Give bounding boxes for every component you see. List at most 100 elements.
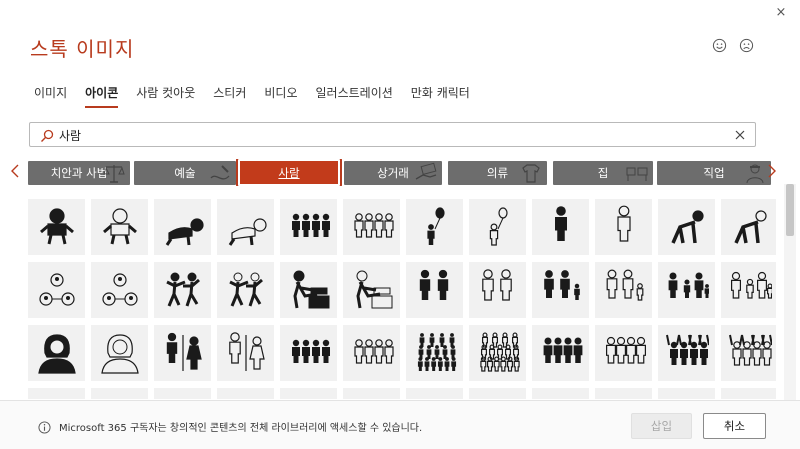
icon-tile[interactable] [595, 325, 652, 381]
tab-cartoon-characters[interactable]: 만화 캐릭터 [411, 84, 470, 108]
restroom-sign-icon [228, 332, 265, 371]
icon-tile[interactable] [532, 325, 589, 381]
subscription-message: Microsoft 365 구독자는 창의적인 콘텐츠의 전체 라이브러리에 액… [59, 423, 423, 434]
category-label: 직업 [703, 166, 725, 180]
category-label: 치안과 사법 [50, 166, 108, 180]
people-network-icon [101, 273, 138, 306]
icon-tile[interactable] [721, 325, 776, 381]
group-of-people-icon [291, 213, 330, 237]
icon-tile[interactable] [469, 325, 526, 381]
category-label: 의류 [486, 166, 509, 180]
icon-tile[interactable] [469, 199, 526, 255]
icon-tile[interactable] [721, 199, 776, 255]
tab-images[interactable]: 이미지 [34, 84, 67, 108]
icon-tile[interactable] [28, 325, 85, 381]
icon-tile[interactable] [343, 325, 400, 381]
tab-icons[interactable]: 아이콘 [85, 84, 119, 108]
icon-tile[interactable] [91, 325, 148, 381]
icon-tile[interactable] [406, 325, 463, 381]
women-group-icon [543, 337, 582, 363]
icon-tile[interactable] [343, 388, 400, 399]
icon-tile[interactable] [280, 325, 337, 381]
category-label: 상거래 [377, 166, 409, 180]
icon-tile[interactable] [154, 199, 211, 255]
icon-tile[interactable] [91, 388, 148, 399]
icon-tile[interactable] [658, 325, 715, 381]
icon-tile[interactable] [280, 199, 337, 255]
frown-face-icon[interactable] [739, 38, 754, 53]
clear-icon[interactable] [733, 127, 747, 141]
icon-tile[interactable] [469, 388, 526, 399]
dialog-title: 스톡 이미지 [30, 37, 135, 61]
icon-tile[interactable] [217, 388, 274, 399]
icon-tile[interactable] [154, 325, 211, 381]
woman-avatar-icon [37, 334, 76, 374]
feedback-buttons [712, 38, 754, 53]
icon-tile[interactable] [217, 325, 274, 381]
icon-tile[interactable] [595, 388, 652, 399]
icon-tile[interactable] [721, 262, 776, 318]
group-of-people-icon [353, 339, 394, 364]
category-clothing[interactable]: 의류 [448, 161, 547, 185]
icon-tile[interactable] [343, 199, 400, 255]
icon-tile[interactable] [532, 199, 589, 255]
icon-tile[interactable] [217, 199, 274, 255]
icon-tile[interactable] [91, 199, 148, 255]
icon-tile[interactable] [532, 388, 589, 399]
icon-tile[interactable] [595, 199, 652, 255]
scrollbar-thumb[interactable] [786, 184, 794, 236]
tab-illustrations[interactable]: 일러스트레이션 [316, 84, 393, 108]
child-with-balloon-icon [426, 207, 445, 245]
category-people[interactable]: 사람 [236, 159, 342, 186]
window-close-button[interactable]: × [774, 5, 788, 20]
worker-icon [743, 162, 767, 184]
scales-icon [102, 162, 126, 184]
icon-tile[interactable] [469, 262, 526, 318]
icon-tile[interactable] [406, 262, 463, 318]
cancel-button[interactable]: 취소 [703, 413, 766, 439]
icon-tile[interactable] [595, 262, 652, 318]
category-occupation[interactable]: 직업 [657, 161, 771, 185]
smile-face-icon[interactable] [712, 38, 727, 53]
info-icon [38, 419, 51, 434]
person-standing-icon [616, 205, 631, 242]
icon-tile[interactable] [721, 388, 776, 399]
cheering-people-icon [665, 334, 709, 365]
baby-icon [102, 208, 137, 245]
icon-tile[interactable] [28, 388, 85, 399]
icon-tile[interactable] [280, 262, 337, 318]
tab-stickers[interactable]: 스티커 [213, 84, 246, 108]
icon-tile[interactable] [280, 388, 337, 399]
crawling-baby-icon [165, 218, 204, 246]
search-input[interactable] [59, 126, 739, 144]
icon-tile[interactable] [658, 199, 715, 255]
category-art[interactable]: 예술 [134, 161, 236, 185]
icon-tile[interactable] [406, 388, 463, 399]
icon-tile[interactable] [658, 388, 715, 399]
icon-tile[interactable] [658, 262, 715, 318]
tab-videos[interactable]: 비디오 [264, 84, 297, 108]
family-icon [419, 269, 448, 300]
crowd-icon [479, 332, 520, 372]
icon-tile[interactable] [343, 262, 400, 318]
category-law-justice[interactable]: 치안과 사법 [28, 161, 130, 185]
search-icon [40, 128, 54, 142]
category-home[interactable]: 집 [553, 161, 653, 185]
tab-people-cutouts[interactable]: 사람 컷아웃 [136, 84, 195, 108]
icon-tile[interactable] [154, 262, 211, 318]
icon-tile[interactable] [28, 199, 85, 255]
icon-tile[interactable] [217, 262, 274, 318]
scrollbar[interactable] [784, 184, 796, 400]
icon-tile[interactable] [406, 199, 463, 255]
insert-button[interactable]: 삽입 [631, 413, 692, 439]
baby-icon [39, 208, 74, 245]
category-commerce[interactable]: 상거래 [344, 161, 442, 185]
shirt-icon [519, 162, 543, 184]
icon-tile[interactable] [154, 388, 211, 399]
chevron-left-icon[interactable] [9, 163, 21, 179]
icon-tile[interactable] [91, 262, 148, 318]
icon-tile[interactable] [532, 262, 589, 318]
chevron-right-icon[interactable] [766, 163, 778, 179]
icon-tile[interactable] [28, 262, 85, 318]
diaper-change-icon [355, 270, 392, 309]
